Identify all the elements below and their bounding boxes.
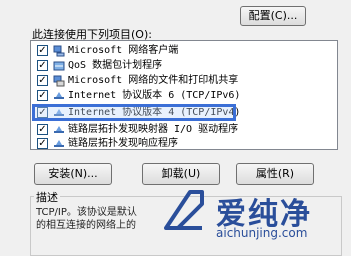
description-legend: 描述 xyxy=(34,189,60,205)
watermark-logo-icon xyxy=(164,190,204,230)
protocol-icon xyxy=(54,140,64,147)
checkbox[interactable]: ✓ xyxy=(37,124,48,135)
checkbox[interactable]: ✓ xyxy=(37,90,48,101)
list-item[interactable]: ✓ QoS 数据包计划程序 xyxy=(35,59,333,74)
list-item-label: Microsoft 网络的文件和打印机共享 xyxy=(68,75,239,86)
description-line: TCP/IP。该协议是默认 xyxy=(36,207,137,218)
list-item-label: Internet 协议版本 6 (TCP/IPv6) xyxy=(68,90,241,101)
checkbox[interactable]: ✓ xyxy=(37,75,48,86)
checkbox[interactable]: ✓ xyxy=(37,45,48,56)
list-item-label: 链路层拓扑发现映射器 I/O 驱动程序 xyxy=(68,124,239,135)
description-text: TCP/IP。该协议是默认 的相互连接的网络上的 xyxy=(36,206,137,232)
watermark-url: aichunjing.com xyxy=(216,226,308,240)
list-item[interactable]: ✓ 链路层拓扑发现映射器 I/O 驱动程序 xyxy=(35,123,333,138)
file-printer-sharing-icon xyxy=(53,75,65,87)
uninstall-button[interactable]: 卸载(U) xyxy=(142,163,220,185)
protocol-icon xyxy=(54,92,64,99)
checkbox[interactable]: ✓ xyxy=(37,138,48,149)
list-item[interactable]: ✓ Microsoft 网络的文件和打印机共享 xyxy=(35,74,333,89)
list-item[interactable]: ✓ Microsoft 网络客户端 xyxy=(35,44,333,59)
selection-highlight xyxy=(32,104,236,121)
protocol-icon xyxy=(54,126,64,133)
list-item-label: QoS 数据包计划程序 xyxy=(68,60,163,71)
list-item-label: 链路层拓扑发现响应程序 xyxy=(68,138,178,149)
list-item-label: Microsoft 网络客户端 xyxy=(68,45,179,56)
install-button[interactable]: 安装(N)... xyxy=(34,163,112,185)
components-list[interactable]: ✓ Microsoft 网络客户端 ✓ QoS 数据包计划程序 ✓ Micros… xyxy=(30,40,338,150)
configure-button[interactable]: 配置(C)... xyxy=(240,6,306,26)
properties-button[interactable]: 属性(R) xyxy=(236,163,314,185)
list-item[interactable]: ✓ 链路层拓扑发现响应程序 xyxy=(35,137,333,149)
qos-icon xyxy=(53,61,65,71)
network-client-icon xyxy=(53,45,65,57)
list-item[interactable]: ✓ Internet 协议版本 6 (TCP/IPv6) xyxy=(35,89,333,104)
description-line: 的相互连接的网络上的 xyxy=(36,220,136,231)
checkbox[interactable]: ✓ xyxy=(37,60,48,71)
